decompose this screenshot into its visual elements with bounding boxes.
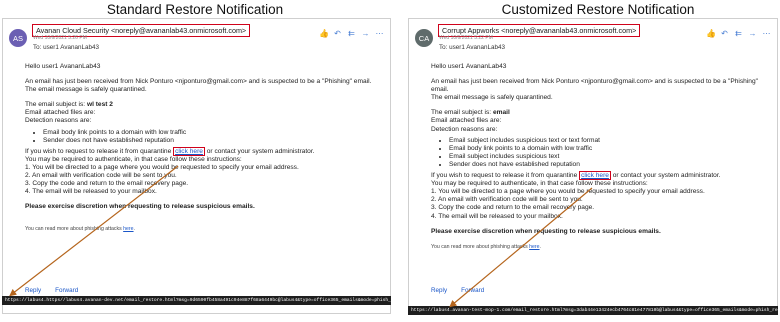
- reply-icon[interactable]: ↶: [333, 29, 342, 38]
- sender-avatar: AS: [9, 29, 27, 47]
- email-recipient: To: user1 AvananLab43: [33, 44, 100, 51]
- read-more-link[interactable]: here: [123, 226, 133, 232]
- forward-icon[interactable]: →: [748, 29, 757, 38]
- instruction-line: 4. The email will be released to your ma…: [431, 212, 563, 220]
- read-more: You can read more about phishing attacks…: [25, 225, 384, 233]
- list-item: Sender does not have established reputat…: [43, 137, 384, 145]
- reasons-list: Email subject includes suspicious text o…: [431, 137, 771, 169]
- instruction-line: 1. You will be directed to a page where …: [431, 188, 705, 196]
- reply-button[interactable]: Reply: [431, 287, 447, 294]
- read-more-text: You can read more about phishing attacks: [431, 243, 530, 250]
- email-actions: 👍 ↶ ⇇ → ⋯: [706, 29, 771, 38]
- more-icon[interactable]: ⋯: [762, 29, 771, 38]
- right-email-panel: CA Corrupt Appworks <noreply@avananlab43…: [408, 18, 778, 314]
- greeting: Hello user1 AvananLab43: [25, 63, 101, 70]
- intro-text: An email has just been received from Nic…: [431, 78, 758, 94]
- reasons-label: Detection reasons are:: [431, 125, 498, 133]
- quarantine-text: The email message is safely quarantined.: [431, 94, 553, 102]
- reasons-list: Email body link points to a domain with …: [25, 129, 384, 145]
- intro-text: An email has just been received from Nic…: [25, 78, 372, 86]
- caution-text: Please exercise discretion when requesti…: [25, 203, 255, 211]
- forward-icon[interactable]: →: [361, 29, 370, 38]
- like-icon[interactable]: 👍: [319, 29, 329, 38]
- reply-forward-bar: Reply Forward: [431, 287, 484, 294]
- instruction-line: 3. Copy the code and return to the email…: [25, 180, 189, 188]
- email-header: AS Avanan Cloud Security <noreply@avanan…: [7, 23, 386, 57]
- email-date: Wed 10/6/2021 5:22 PM: [439, 35, 493, 41]
- release-text: If you wish to request to release it fro…: [431, 171, 771, 181]
- subject-line: The email subject is: email: [431, 109, 771, 117]
- right-panel-title: Customized Restore Notification: [501, 2, 695, 17]
- attached-files: Email attached files are:: [25, 109, 96, 117]
- sender-avatar: CA: [415, 29, 433, 47]
- list-item: Email body link points to a domain with …: [449, 145, 771, 153]
- greeting: Hello user1 AvananLab43: [431, 63, 507, 70]
- release-before: If you wish to request to release it fro…: [25, 147, 174, 155]
- subject-value: wl test 2: [86, 101, 113, 109]
- read-more: You can read more about phishing attacks…: [431, 243, 771, 251]
- release-after: or contact your system administrator.: [204, 147, 315, 155]
- release-text: If you wish to request to release it fro…: [25, 146, 384, 156]
- email-date: Wed 10/6/2021 5:26 PM: [33, 35, 87, 41]
- left-panel-title: Standard Restore Notification: [106, 2, 284, 17]
- instruction-line: You may be required to authenticate, in …: [25, 155, 242, 163]
- click-here-link[interactable]: click here: [579, 171, 611, 181]
- subject-label: The email subject is:: [25, 101, 87, 109]
- instruction-line: 2. An email with verification code will …: [431, 196, 583, 204]
- reply-button[interactable]: Reply: [25, 287, 41, 294]
- forward-button[interactable]: Forward: [55, 287, 78, 294]
- reasons-label: Detection reasons are:: [25, 117, 92, 125]
- instruction-line: 4. The email will be released to your ma…: [25, 188, 157, 196]
- email-body: Hello user1 AvananLab43 An email has jus…: [431, 63, 771, 251]
- quarantine-text: The email message is safely quarantined.: [25, 86, 147, 94]
- list-item: Sender does not have established reputat…: [449, 161, 771, 169]
- subject-line: The email subject is: wl test 2: [25, 101, 384, 109]
- like-icon[interactable]: 👍: [706, 29, 716, 38]
- release-before: If you wish to request to release it fro…: [431, 172, 580, 180]
- instruction-line: 1. You will be directed to a page where …: [25, 163, 299, 171]
- release-after: or contact your system administrator.: [610, 172, 721, 180]
- email-body: Hello user1 AvananLab43 An email has jus…: [25, 63, 384, 234]
- left-email-panel: AS Avanan Cloud Security <noreply@avanan…: [2, 18, 391, 314]
- reply-forward-bar: Reply Forward: [25, 287, 78, 294]
- list-item: Email subject includes suspicious text: [449, 153, 771, 161]
- read-more-suffix: .: [539, 243, 541, 250]
- click-here-link[interactable]: click here: [173, 146, 205, 156]
- instruction-line: 3. Copy the code and return to the email…: [431, 204, 595, 212]
- read-more-text: You can read more about phishing attacks: [25, 226, 124, 233]
- reply-all-icon[interactable]: ⇇: [734, 29, 743, 38]
- list-item: Email subject includes suspicious text o…: [449, 137, 771, 145]
- read-more-suffix: .: [133, 226, 135, 233]
- status-bar-url: https://labus4.https//labus4.avanan-dev.…: [2, 296, 391, 305]
- email-recipient: To: user1 AvananLab43: [439, 44, 506, 51]
- instruction-line: 2. An email with verification code will …: [25, 172, 177, 180]
- more-icon[interactable]: ⋯: [375, 29, 384, 38]
- email-actions: 👍 ↶ ⇇ → ⋯: [319, 29, 384, 38]
- instruction-line: You may be required to authenticate, in …: [431, 180, 648, 188]
- list-item: Email body link points to a domain with …: [43, 129, 384, 137]
- subject-label: The email subject is:: [431, 109, 493, 117]
- reply-all-icon[interactable]: ⇇: [347, 29, 356, 38]
- forward-button[interactable]: Forward: [461, 287, 484, 294]
- read-more-link[interactable]: here: [529, 244, 539, 250]
- email-header: CA Corrupt Appworks <noreply@avananlab43…: [413, 23, 773, 57]
- subject-value: email: [492, 109, 510, 117]
- attached-files: Email attached files are:: [431, 117, 502, 125]
- status-bar-url: https://labus4.avanan-test-mop-1.com/ema…: [408, 306, 778, 315]
- caution-text: Please exercise discretion when requesti…: [431, 227, 661, 235]
- reply-icon[interactable]: ↶: [720, 29, 729, 38]
